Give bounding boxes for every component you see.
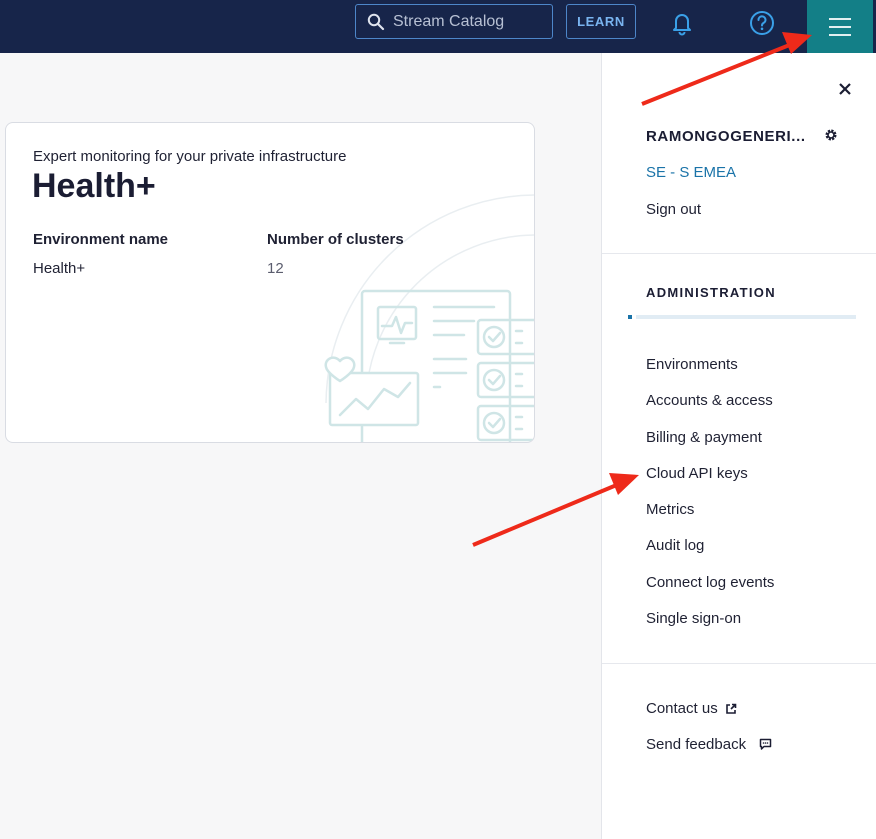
annotation-arrows — [472, 32, 812, 547]
arrow-to-menu — [641, 42, 793, 106]
arrow-to-cloud-api-keys — [472, 482, 620, 547]
arrow-head-menu — [782, 32, 812, 54]
arrow-head-cloud-api-keys — [609, 473, 639, 495]
